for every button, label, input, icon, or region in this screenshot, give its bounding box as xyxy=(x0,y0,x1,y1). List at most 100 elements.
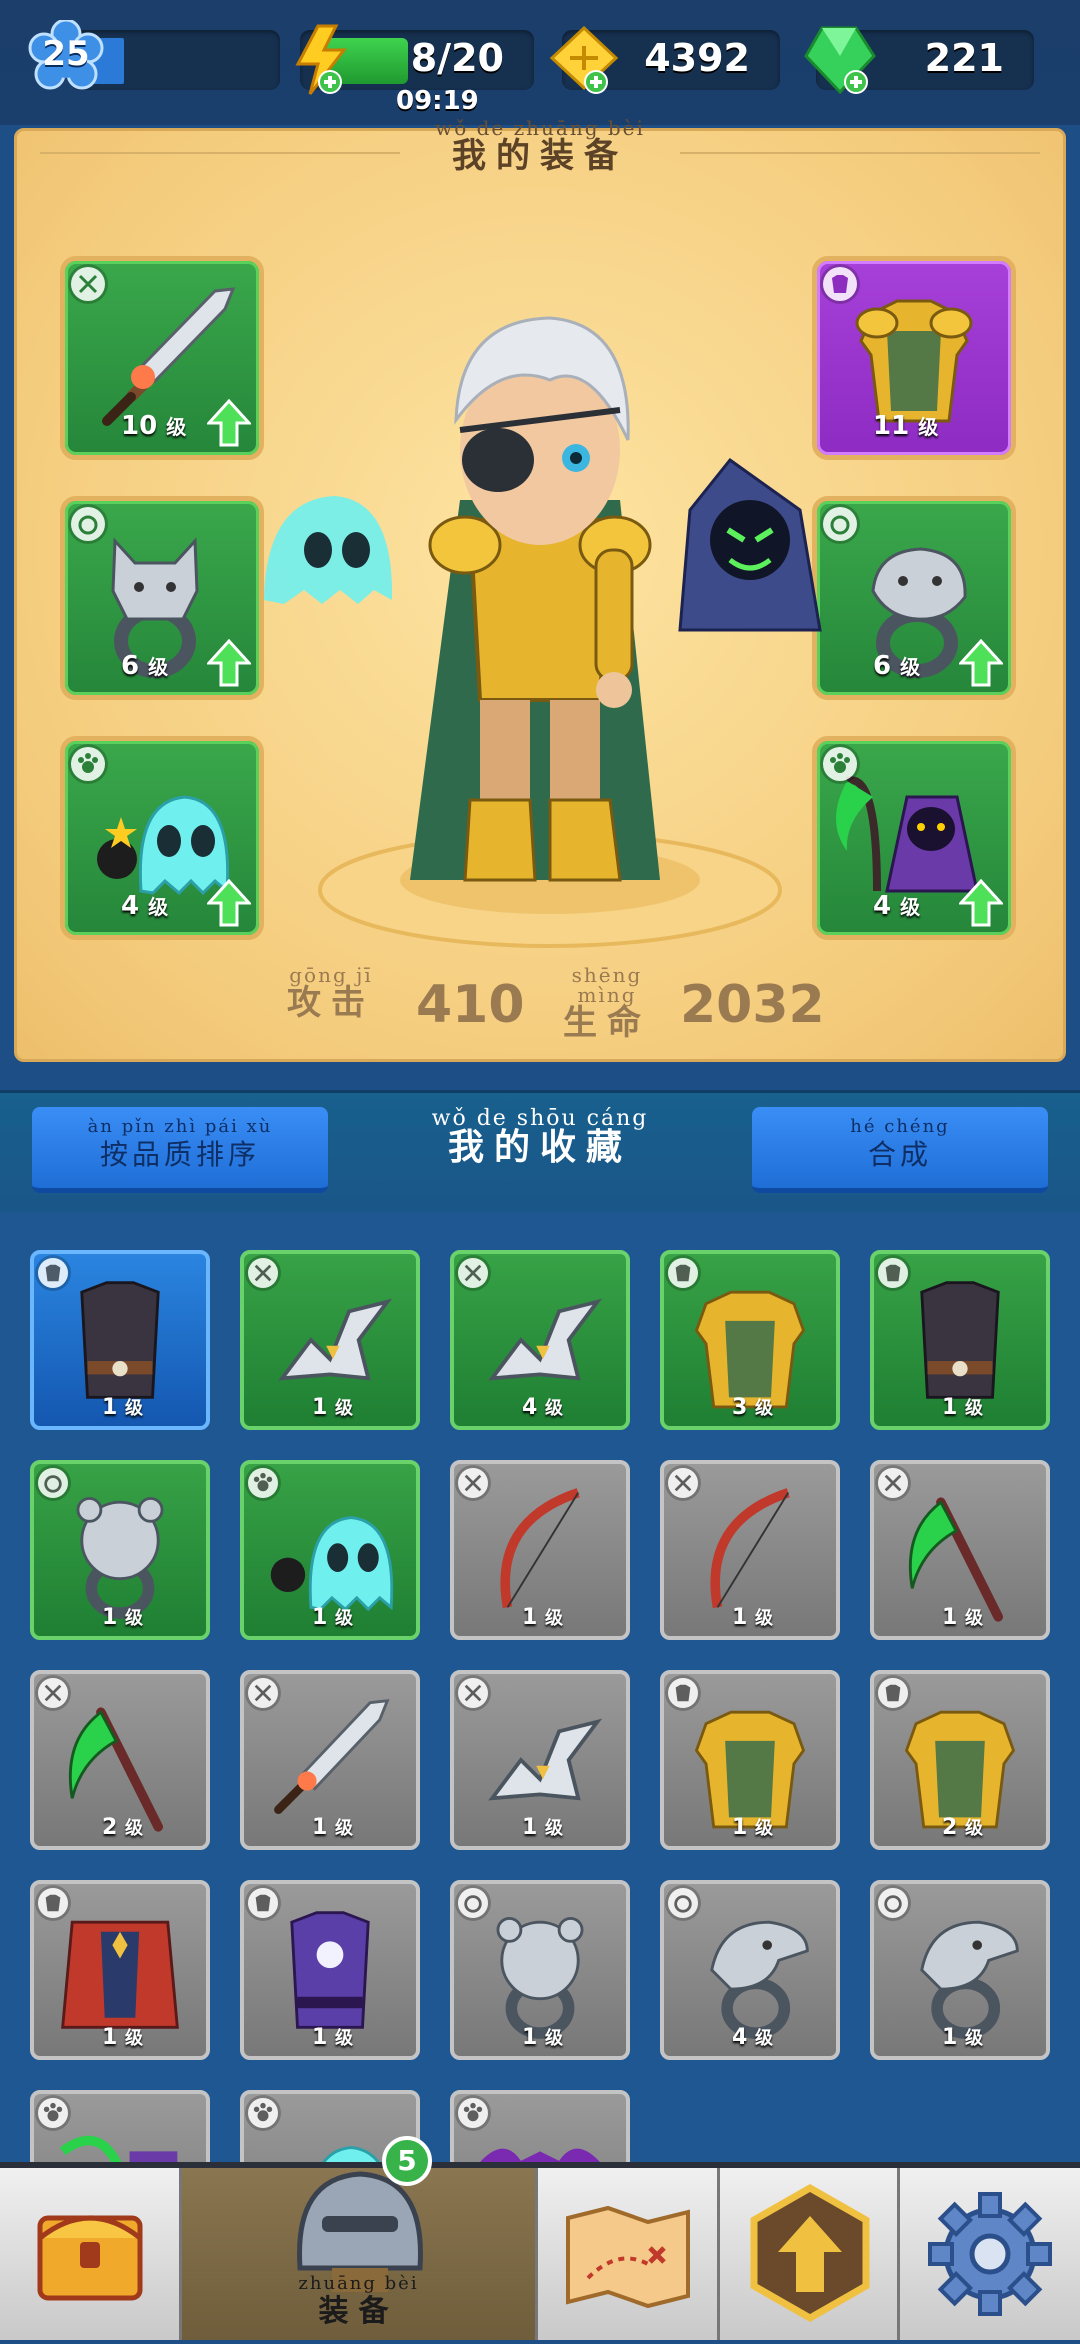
collection-item-bear-ring[interactable]: 1 级 xyxy=(30,1460,210,1640)
sort-label: 按品质排序 xyxy=(99,1138,260,1171)
equip-slot-ring[interactable]: 6 级 xyxy=(812,496,1016,700)
title-line-left xyxy=(40,152,400,154)
collection-item-bow[interactable]: 1 级 xyxy=(660,1460,840,1640)
equip-slot-ring[interactable]: 6 级 xyxy=(60,496,264,700)
nav-map[interactable] xyxy=(538,2168,720,2340)
item-level: 1 级 xyxy=(312,1605,353,1630)
nav-upgrade[interactable] xyxy=(720,2168,900,2340)
collection-item-bear-ring[interactable]: 1 级 xyxy=(450,1880,630,2060)
collection-item-eagle-ring[interactable]: 4 级 xyxy=(660,1880,840,2060)
item-level: 4 级 xyxy=(522,1395,563,1420)
weapon-type-icon xyxy=(38,1678,68,1708)
weapon-type-icon xyxy=(668,1468,698,1498)
armor-type-icon xyxy=(38,1258,68,1288)
hero-stats: gōng jī 攻击 410 shēng mìng 生命 2032 xyxy=(276,965,876,1041)
collection-item-shuriken[interactable]: 1 级 xyxy=(240,1250,420,1430)
sort-by-quality-button[interactable]: àn pǐn zhì pái xù 按品质排序 xyxy=(32,1107,328,1193)
collection-item-red-cape[interactable]: 1 级 xyxy=(30,1880,210,2060)
energy-timer: 09:19 xyxy=(396,86,479,116)
collection-item-scythe[interactable]: 1 级 xyxy=(870,1460,1050,1640)
equip-slot-armor[interactable]: 11 级 xyxy=(812,256,1016,460)
attack-pinyin: gōng jī xyxy=(289,963,373,987)
nav-settings[interactable] xyxy=(900,2168,1080,2340)
item-level: 1 级 xyxy=(522,1605,563,1630)
paw-type-icon xyxy=(71,747,105,781)
collection-item-bow[interactable]: 1 级 xyxy=(450,1460,630,1640)
item-level: 3 级 xyxy=(732,1395,773,1420)
green-gem-icon[interactable] xyxy=(800,22,880,98)
collection-item-gold-armor[interactable]: 3 级 xyxy=(660,1250,840,1430)
item-level: 1 级 xyxy=(522,2025,563,2050)
gold-ticket-icon[interactable] xyxy=(548,24,622,96)
item-level: 1 级 xyxy=(942,2025,983,2050)
collection-item-purple-vest[interactable]: 1 级 xyxy=(240,1880,420,2060)
hp-value: 2032 xyxy=(680,975,825,1035)
collection-grid: 1 级 1 级 4 级 3 级 1 级 1 级 1 级 1 级 1 级 1 级 2 级 1 级 1 级 1… xyxy=(0,1212,1080,2270)
collection-item-shuriken[interactable]: 1 级 xyxy=(450,1670,630,1850)
item-level: 1 级 xyxy=(102,1395,143,1420)
level-badge[interactable]: 25 xyxy=(28,18,104,96)
upgrade-arrow-icon xyxy=(207,879,251,927)
slot-level: 4 级 xyxy=(121,891,169,921)
energy-count: 8/20 xyxy=(410,36,504,80)
attack-label: gōng jī 攻击 xyxy=(276,965,386,1021)
nav-chest[interactable] xyxy=(0,2168,182,2340)
equip-slot-pet[interactable]: 4 级 xyxy=(812,736,1016,940)
collection-item-sword[interactable]: 1 级 xyxy=(240,1670,420,1850)
collection-item-vest[interactable]: 1 级 xyxy=(870,1250,1050,1430)
item-level: 1 级 xyxy=(312,2025,353,2050)
weapon-type-icon xyxy=(248,1258,278,1288)
slot-level: 6 级 xyxy=(873,651,921,681)
item-level: 4 级 xyxy=(732,2025,773,2050)
weapon-type-icon xyxy=(458,1258,488,1288)
armor-type-icon xyxy=(823,267,857,301)
collection-item-eagle-ring[interactable]: 1 级 xyxy=(870,1880,1050,2060)
collection-item-gold-armor[interactable]: 1 级 xyxy=(660,1670,840,1850)
equipment-title: wǒ de zhuāng bèi 我的装备 xyxy=(360,118,720,174)
item-level: 1 级 xyxy=(732,1815,773,1840)
equipment-title-text: 我的装备 xyxy=(452,136,628,176)
collection-item-gold-armor[interactable]: 2 级 xyxy=(870,1670,1050,1850)
ring-type-icon xyxy=(458,1888,488,1918)
item-level: 1 级 xyxy=(942,1395,983,1420)
collection-item-shuriken[interactable]: 4 级 xyxy=(450,1250,630,1430)
treasure-map-icon xyxy=(566,2205,690,2309)
upgrade-arrow-icon xyxy=(959,639,1003,687)
item-level: 1 级 xyxy=(102,1605,143,1630)
merge-pinyin: hé chéng xyxy=(850,1116,950,1137)
gem-count: 221 xyxy=(924,36,1004,80)
attack-text: 攻击 xyxy=(287,983,375,1023)
collection-item-vest[interactable]: 1 级 xyxy=(30,1250,210,1430)
weapon-type-icon xyxy=(458,1468,488,1498)
equipment-badge-count: 5 xyxy=(382,2136,432,2186)
pet-type-icon xyxy=(38,2098,68,2128)
armor-type-icon xyxy=(668,1678,698,1708)
gold-count: 4392 xyxy=(644,36,750,80)
collection-title: wǒ de shōu cáng 我的收藏 xyxy=(380,1108,700,1166)
nav-equipment[interactable]: zhuāng bèi 装备 xyxy=(182,2168,538,2340)
slot-level: 11 级 xyxy=(873,411,939,441)
collection-item-scythe[interactable]: 2 级 xyxy=(30,1670,210,1850)
collection-item-ghost[interactable]: 1 级 xyxy=(240,1460,420,1640)
slot-level: 6 级 xyxy=(121,651,169,681)
energy-bolt-icon[interactable] xyxy=(292,24,352,96)
equipment-title-pinyin: wǒ de zhuāng bèi xyxy=(435,116,645,140)
bottom-navigation: zhuāng bèi 装备 xyxy=(0,2162,1080,2340)
equip-slot-pet[interactable]: 4 级 xyxy=(60,736,264,940)
armor-type-icon xyxy=(248,1888,278,1918)
merge-button[interactable]: hé chéng 合成 xyxy=(752,1107,1048,1193)
pet-type-icon xyxy=(458,2098,488,2128)
hp-label: shēng mìng 生命 xyxy=(542,965,672,1041)
collection-header: àn pǐn zhì pái xù 按品质排序 wǒ de shōu cáng … xyxy=(0,1090,1080,1216)
armor-type-icon xyxy=(38,1888,68,1918)
equip-slot-weapon[interactable]: 10 级 xyxy=(60,256,264,460)
weapon-type-icon xyxy=(878,1468,908,1498)
item-level: 1 级 xyxy=(102,2025,143,2050)
nav-equipment-pinyin: zhuāng bèi xyxy=(298,2273,419,2294)
item-level: 1 级 xyxy=(522,1815,563,1840)
sword-type-icon xyxy=(71,267,105,301)
ring-type-icon xyxy=(38,1468,68,1498)
weapon-type-icon xyxy=(458,1678,488,1708)
item-level: 1 级 xyxy=(942,1605,983,1630)
hero-character-illustration[interactable] xyxy=(260,300,840,950)
